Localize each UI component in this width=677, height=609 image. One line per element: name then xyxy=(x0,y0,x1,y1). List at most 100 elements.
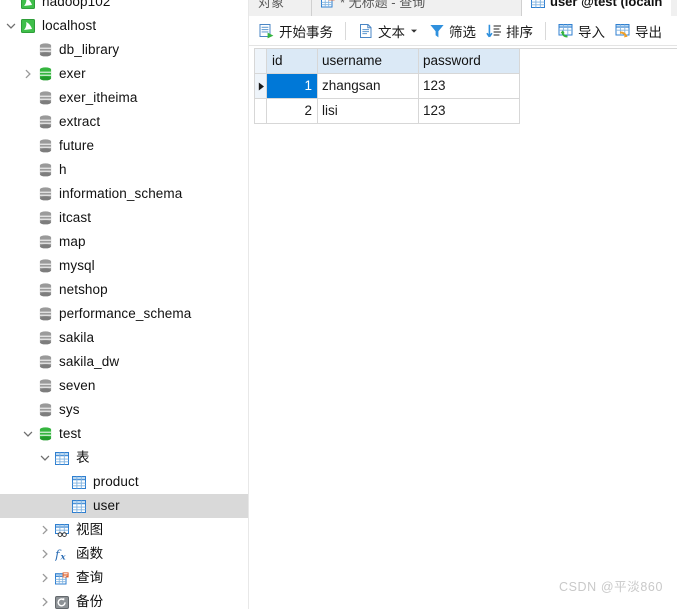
tree-item-itcast[interactable]: itcast xyxy=(0,206,249,230)
tree-item-map[interactable]: map xyxy=(0,230,249,254)
grid-cell-password[interactable]: 123 xyxy=(419,74,520,99)
text-icon xyxy=(358,23,374,39)
tree-item-information_schema[interactable]: information_schema xyxy=(0,182,249,206)
query-icon xyxy=(321,0,335,9)
tree-item-函数[interactable]: f x 函数 xyxy=(0,542,249,566)
grid-column-header-username[interactable]: username xyxy=(318,49,419,74)
grid-corner-cell xyxy=(255,49,267,74)
database-gray-icon xyxy=(36,158,54,182)
chevron-down-icon[interactable] xyxy=(20,422,36,446)
tree-item-netshop[interactable]: netshop xyxy=(0,278,249,302)
toolbar-button-import[interactable]: 导入 xyxy=(553,19,610,43)
tree-item-exer_itheima[interactable]: exer_itheima xyxy=(0,86,249,110)
tree-item-label: h xyxy=(59,162,67,177)
table-row[interactable]: 2 lisi 123 xyxy=(255,99,677,124)
grid-cell-id[interactable]: 1 xyxy=(267,74,318,99)
grid-cell-username[interactable]: zhangsan xyxy=(318,74,419,99)
chevron-right-icon[interactable] xyxy=(37,518,53,542)
tree-item-mysql[interactable]: mysql xyxy=(0,254,249,278)
tree-item-label: map xyxy=(59,234,86,249)
tab-user-test[interactable]: user @test (localh xyxy=(522,0,672,16)
tree-item-exer[interactable]: exer xyxy=(0,62,249,86)
toolbar-button-text[interactable]: 文本 xyxy=(353,19,424,43)
twisty-placeholder xyxy=(20,302,36,326)
export-icon xyxy=(615,23,631,39)
tree-item-db_library[interactable]: db_library xyxy=(0,38,249,62)
table-icon xyxy=(70,470,88,494)
database-open-icon xyxy=(36,422,54,446)
tree-item-label: user xyxy=(93,498,120,513)
tab-untitled-query[interactable]: * 无标题 - 查询 xyxy=(312,0,522,16)
toolbar-button-sort[interactable]: 排序 xyxy=(481,19,538,43)
tree-item-performance_schema[interactable]: performance_schema xyxy=(0,302,249,326)
tree-item-label: db_library xyxy=(59,42,120,57)
tree-item-h[interactable]: h xyxy=(0,158,249,182)
grid-cell-username[interactable]: lisi xyxy=(318,99,419,124)
tree-item-sakila[interactable]: sakila xyxy=(0,326,249,350)
database-gray-icon xyxy=(36,374,54,398)
twisty-placeholder xyxy=(20,230,36,254)
tab-strip[interactable]: 对象 * 无标题 - 查询 user @test (localh xyxy=(249,0,677,17)
chevron-down-icon[interactable] xyxy=(409,23,419,39)
svg-text:x: x xyxy=(59,553,66,562)
toolbar-button-label: 排序 xyxy=(506,24,533,40)
grid-header-row[interactable]: id username password xyxy=(255,49,677,74)
database-tree[interactable]: hadoop102 localhost db_libraryexer exer_ith… xyxy=(0,0,249,609)
grid-toolbar[interactable]: 开始事务 文本 筛选 排序 导入 导出 xyxy=(249,16,677,46)
tree-item-label: sys xyxy=(59,402,80,417)
database-gray-icon xyxy=(36,326,54,350)
chevron-right-icon[interactable] xyxy=(20,62,36,86)
begin-transaction-icon xyxy=(259,23,275,39)
database-gray-icon xyxy=(36,86,54,110)
object-tree-sidebar[interactable]: hadoop102 localhost db_libraryexer exer_ith… xyxy=(0,0,249,609)
tree-item-视图[interactable]: 视图 xyxy=(0,518,249,542)
grid-body[interactable]: 1 zhangsan 123 2 lisi 123 xyxy=(255,74,677,124)
database-gray-icon xyxy=(36,254,54,278)
table-icon xyxy=(531,0,545,10)
tree-item-test[interactable]: test xyxy=(0,422,249,446)
chevron-right-icon[interactable] xyxy=(37,542,53,566)
tree-item-extract[interactable]: extract xyxy=(0,110,249,134)
tree-item-备份[interactable]: 备份 xyxy=(0,590,249,609)
data-grid[interactable]: id username password 1 zhangsan 123 2 lisi 123 xyxy=(254,48,677,124)
tree-item-user[interactable]: user xyxy=(0,494,249,518)
toolbar-button-begin-transaction[interactable]: 开始事务 xyxy=(254,19,338,43)
table-row[interactable]: 1 zhangsan 123 xyxy=(255,74,677,99)
toolbar-button-export[interactable]: 导出 xyxy=(610,19,667,43)
chevron-down-icon[interactable] xyxy=(3,14,19,38)
database-gray-icon xyxy=(36,278,54,302)
tree-item-label: sakila xyxy=(59,330,95,345)
tree-item-label: sakila_dw xyxy=(59,354,120,369)
grid-column-header-id[interactable]: id xyxy=(267,49,318,74)
tree-item-hadoop102[interactable]: hadoop102 xyxy=(0,0,249,14)
connection-icon xyxy=(19,14,37,38)
tree-item-表[interactable]: 表 xyxy=(0,446,249,470)
tree-item-product[interactable]: product xyxy=(0,470,249,494)
tree-item-localhost[interactable]: localhost xyxy=(0,14,249,38)
tree-item-future[interactable]: future xyxy=(0,134,249,158)
tab-label: user @test (localh xyxy=(550,0,663,9)
tree-item-label: itcast xyxy=(59,210,92,225)
grid-column-header-password[interactable]: password xyxy=(419,49,520,74)
twisty-placeholder xyxy=(20,86,36,110)
tree-item-label: seven xyxy=(59,378,96,393)
chevron-down-icon[interactable] xyxy=(37,446,53,470)
tab-objects[interactable]: 对象 xyxy=(249,0,312,16)
tree-item-seven[interactable]: seven xyxy=(0,374,249,398)
tree-item-sakila_dw[interactable]: sakila_dw xyxy=(0,350,249,374)
toolbar-separator xyxy=(545,21,546,40)
row-indicator-cell[interactable] xyxy=(255,99,267,124)
toolbar-button-filter[interactable]: 筛选 xyxy=(424,19,481,43)
row-indicator-cell[interactable] xyxy=(255,74,267,99)
navicat-window: hadoop102 localhost db_libraryexer exer_ith… xyxy=(0,0,677,609)
grid-cell-password[interactable]: 123 xyxy=(419,99,520,124)
chevron-right-icon[interactable] xyxy=(37,590,53,609)
tree-item-sys[interactable]: sys xyxy=(0,398,249,422)
twisty-placeholder xyxy=(54,494,70,518)
table-icon xyxy=(70,494,88,518)
tree-item-查询[interactable]: 查询 xyxy=(0,566,249,590)
grid-cell-id[interactable]: 2 xyxy=(267,99,318,124)
chevron-right-icon[interactable] xyxy=(37,566,53,590)
tree-item-label: 备份 xyxy=(76,594,104,609)
tree-item-label: netshop xyxy=(59,282,108,297)
